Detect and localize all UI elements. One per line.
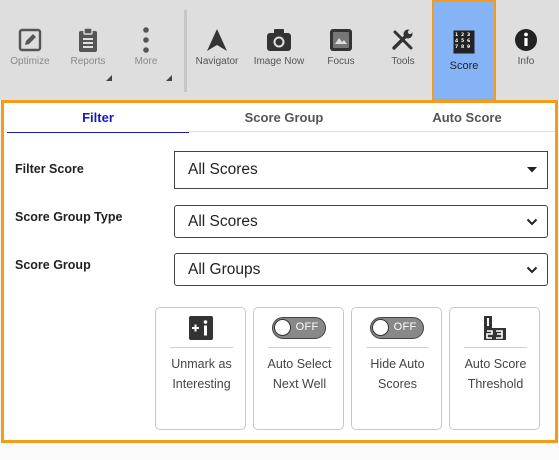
card-label-line: Scores (378, 377, 417, 391)
unmark-interesting-card[interactable]: Unmark as Interesting (155, 307, 246, 430)
tools-icon (389, 26, 417, 54)
image-now-button[interactable]: Image Now (246, 0, 312, 100)
svg-text:9: 9 (467, 44, 470, 50)
footer-area (0, 443, 559, 460)
tools-label: Tools (391, 56, 415, 67)
svg-text:1: 1 (455, 32, 458, 38)
info-button[interactable]: Info (498, 0, 554, 100)
plus-info-icon (156, 316, 245, 340)
more-dropdown-caret[interactable] (166, 75, 172, 81)
filter-score-dropdown[interactable]: All Scores (174, 151, 548, 189)
hide-auto-scores-card[interactable]: OFF Hide Auto Scores (351, 307, 442, 430)
score-panel: Filter Score Group Auto Score Filter Sco… (1, 100, 558, 443)
filter-score-label: Filter Score (15, 162, 84, 176)
toggle-knob (371, 319, 389, 336)
svg-text:8: 8 (461, 44, 464, 50)
auto-score-threshold-label: Auto Score Threshold (452, 354, 539, 394)
score-grid-icon: 123 456 789 (450, 28, 478, 56)
auto-select-next-well-label: Auto Select Next Well (256, 354, 343, 394)
card-label-line: Next Well (272, 377, 327, 391)
hide-auto-toggle-wrap: OFF (352, 316, 441, 340)
card-label-line: Auto Score (464, 357, 527, 371)
optimize-button[interactable]: Optimize (0, 0, 60, 100)
tab-divider (189, 131, 555, 132)
tab-auto-score[interactable]: Auto Score (379, 109, 555, 133)
svg-text:6: 6 (467, 38, 470, 44)
auto-score-threshold-card[interactable]: Auto Score Threshold (449, 307, 540, 430)
auto-select-next-well-card[interactable]: OFF Auto Select Next Well (253, 307, 344, 430)
more-button[interactable]: More (116, 0, 176, 100)
tab-bar: Filter Score Group Auto Score (7, 109, 555, 133)
score-group-value: All Groups (188, 260, 261, 278)
more-label: More (134, 56, 158, 67)
tools-button[interactable]: Tools (374, 0, 432, 100)
info-label: Info (517, 56, 535, 67)
image-now-label: Image Now (253, 56, 305, 67)
filter-score-value: All Scores (188, 161, 258, 178)
navigator-button[interactable]: Navigator (188, 0, 246, 100)
optimize-label: Optimize (10, 56, 50, 67)
reports-dropdown-caret[interactable] (106, 75, 112, 81)
focus-icon (327, 26, 355, 54)
threshold-icon (450, 316, 539, 340)
info-icon (512, 26, 540, 54)
score-group-type-label: Score Group Type (15, 210, 123, 224)
auto-select-toggle[interactable]: OFF (271, 317, 326, 339)
svg-text:5: 5 (461, 38, 464, 44)
chevron-down-icon (526, 261, 538, 279)
card-divider (268, 347, 331, 348)
svg-text:4: 4 (455, 38, 458, 44)
hide-auto-scores-toggle[interactable]: OFF (369, 317, 424, 339)
score-group-type-value: All Scores (188, 212, 258, 230)
toolbar: Optimize Reports More Navigator Image No… (0, 0, 559, 101)
card-label-line: Interesting (172, 377, 231, 391)
auto-select-toggle-wrap: OFF (254, 316, 343, 340)
score-button[interactable]: 123 456 789 Score (432, 0, 496, 101)
focus-button[interactable]: Focus (312, 0, 370, 100)
score-group-label: Score Group (15, 258, 91, 272)
score-label: Score (449, 60, 479, 72)
svg-text:3: 3 (467, 32, 470, 38)
score-group-select[interactable]: All Groups (174, 253, 548, 286)
card-label-line: Auto Select (267, 357, 332, 371)
card-label-line: Threshold (467, 377, 524, 391)
card-divider (170, 347, 233, 348)
toolbar-separator (184, 10, 187, 92)
unmark-interesting-label: Unmark as Interesting (158, 354, 245, 394)
focus-label: Focus (327, 56, 355, 67)
navigator-label: Navigator (195, 56, 239, 67)
chevron-down-icon (526, 213, 538, 231)
svg-text:2: 2 (461, 32, 464, 38)
toggle-state: OFF (295, 321, 319, 333)
hide-auto-scores-label: Hide Auto Scores (354, 354, 441, 394)
tab-filter[interactable]: Filter (7, 109, 189, 133)
toggle-state: OFF (393, 321, 417, 333)
reports-button[interactable]: Reports (60, 0, 116, 100)
more-vertical-icon (132, 26, 160, 54)
camera-icon (265, 26, 293, 54)
card-divider (464, 347, 527, 348)
clipboard-icon (74, 26, 102, 54)
card-label-line: Hide Auto (370, 357, 425, 371)
tab-score-group[interactable]: Score Group (189, 109, 379, 133)
optimize-icon (16, 26, 44, 54)
card-label-line: Unmark as (171, 357, 232, 371)
navigator-arrow-icon (203, 26, 231, 54)
toggle-knob (273, 319, 291, 336)
caret-down-icon (526, 161, 538, 179)
score-group-type-select[interactable]: All Scores (174, 205, 548, 238)
svg-text:7: 7 (455, 44, 458, 50)
card-divider (366, 347, 429, 348)
reports-label: Reports (70, 56, 106, 67)
